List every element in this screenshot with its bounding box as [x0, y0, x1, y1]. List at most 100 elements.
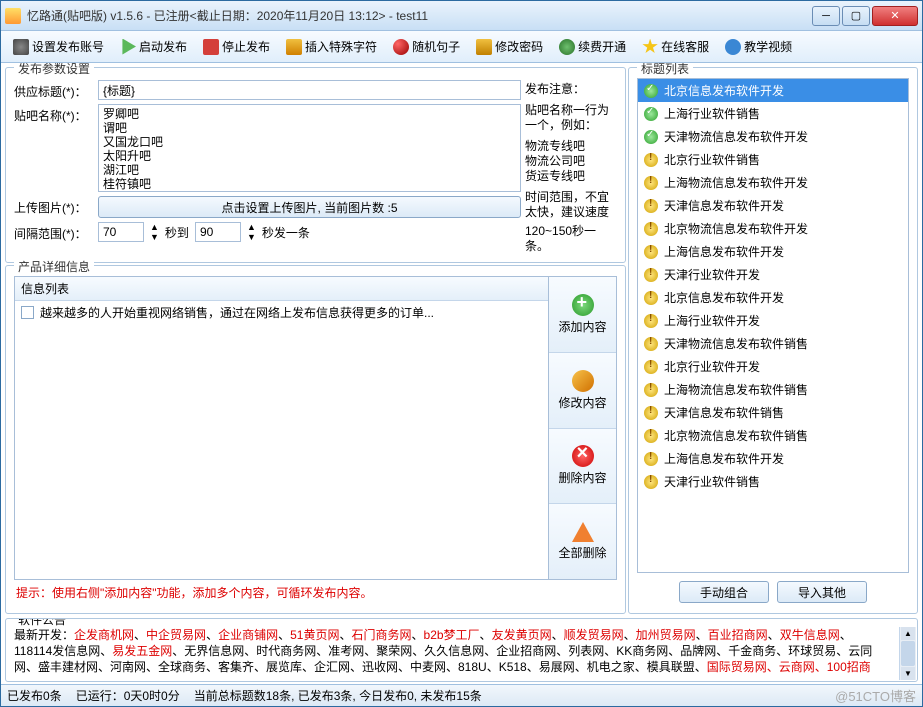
status-pending-icon	[644, 452, 658, 466]
tutorial-label: 教学视频	[744, 38, 792, 55]
product-detail-group: 产品详细信息 信息列表 越来越多的人开始重视网络销售，通过在网络上发布信息获得更…	[5, 265, 626, 614]
title-list[interactable]: 北京信息发布软件开发上海行业软件销售天津物流信息发布软件开发北京行业软件销售上海…	[637, 78, 909, 573]
scroll-thumb[interactable]	[901, 641, 915, 666]
title-text: 北京信息发布软件开发	[664, 82, 784, 99]
stop-label: 停止发布	[222, 38, 270, 55]
watermark: @51CTO博客	[835, 686, 916, 705]
info-icon	[725, 39, 741, 55]
random-label: 随机句子	[412, 38, 460, 55]
title-list-row[interactable]: 上海物流信息发布软件销售	[638, 378, 908, 401]
start-publish-button[interactable]: 启动发布	[114, 35, 193, 58]
announce-body: 最新开发：企发商机网、中企贸易网、企业商铺网、51黄页网、石门商务网、b2b梦工…	[14, 627, 909, 675]
info-list: 信息列表 越来越多的人开始重视网络销售，通过在网络上发布信息获得更多的订单...	[14, 276, 549, 580]
gear-icon	[13, 39, 29, 55]
note-3: 时间范围，不宜太快，建议速度	[525, 190, 617, 220]
title-list-row[interactable]: 天津行业软件销售	[638, 470, 908, 493]
title-text: 天津信息发布软件开发	[664, 197, 784, 214]
title-list-row[interactable]: 上海行业软件销售	[638, 102, 908, 125]
title-list-row[interactable]: 北京物流信息发布软件销售	[638, 424, 908, 447]
status-ok-icon	[644, 130, 658, 144]
title-text: 北京信息发布软件开发	[664, 289, 784, 306]
statusbar: 已发布0条 已运行：0天0时0分 当前总标题数18条, 已发布3条, 今日发布0…	[1, 684, 922, 706]
delete-all-button[interactable]: 全部删除	[549, 504, 616, 579]
service-label: 在线客服	[661, 38, 709, 55]
title-text: 天津物流信息发布软件开发	[664, 128, 808, 145]
title-list-row[interactable]: 天津行业软件开发	[638, 263, 908, 286]
globe-icon	[559, 39, 575, 55]
star-icon	[642, 39, 658, 55]
title-list-row[interactable]: 北京信息发布软件开发	[638, 286, 908, 309]
status-ok-icon	[644, 84, 658, 98]
interval-unit1: 秒到	[165, 224, 189, 241]
start-label: 启动发布	[139, 38, 187, 55]
import-other-button[interactable]: 导入其他	[777, 581, 867, 603]
tutorial-button[interactable]: 教学视频	[719, 35, 798, 58]
title-text: 天津物流信息发布软件销售	[664, 335, 808, 352]
tieba-names-textarea[interactable]: 罗卿吧 谓吧 又国龙口吧 太阳升吧 湖江吧 桂符镇吧 修水古市吧	[98, 104, 521, 192]
random-sentence-button[interactable]: 随机句子	[387, 35, 466, 58]
pencil-icon	[572, 370, 594, 392]
interval-unit2: 秒发一条	[262, 224, 310, 241]
status-runtime: 已运行：0天0时0分	[76, 687, 180, 704]
title-text: 上海信息发布软件开发	[664, 243, 784, 260]
add-label: 添加内容	[558, 318, 606, 335]
toolbar: 设置发布账号 启动发布 停止发布 插入特殊字符 随机句子 修改密码 续费开通 在…	[1, 31, 922, 63]
title-list-row[interactable]: 北京行业软件开发	[638, 355, 908, 378]
status-pending-icon	[644, 406, 658, 420]
interval-min-input[interactable]	[98, 222, 144, 242]
insert-label: 插入特殊字符	[305, 38, 377, 55]
delete-content-button[interactable]: 删除内容	[549, 429, 616, 505]
title-list-group: 标题列表 北京信息发布软件开发上海行业软件销售天津物流信息发布软件开发北京行业软…	[628, 67, 918, 614]
close-button[interactable]: ✕	[872, 6, 918, 26]
delete-icon	[572, 445, 594, 467]
title-list-title: 标题列表	[637, 63, 693, 77]
status-pending-icon	[644, 360, 658, 374]
manual-combo-button[interactable]: 手动组合	[679, 581, 769, 603]
title-list-row[interactable]: 上海信息发布软件开发	[638, 240, 908, 263]
renew-label: 续费开通	[578, 38, 626, 55]
announce-scrollbar[interactable]: ▲ ▼	[899, 627, 916, 680]
add-content-button[interactable]: 添加内容	[549, 277, 616, 353]
plus-icon	[572, 294, 594, 316]
scroll-up-icon[interactable]: ▲	[901, 627, 915, 640]
play-icon	[120, 39, 136, 55]
maximize-button[interactable]: ▢	[842, 6, 870, 26]
tieba-name-label: 贴吧名称(*)：	[14, 104, 92, 124]
spinner-arrows-2[interactable]: ▲▼	[247, 222, 256, 242]
online-service-button[interactable]: 在线客服	[636, 35, 715, 58]
title-list-row[interactable]: 天津物流信息发布软件销售	[638, 332, 908, 355]
title-list-row[interactable]: 北京物流信息发布软件开发	[638, 217, 908, 240]
minimize-button[interactable]: ─	[812, 6, 840, 26]
status-pending-icon	[644, 245, 658, 259]
status-pending-icon	[644, 314, 658, 328]
stop-publish-button[interactable]: 停止发布	[197, 35, 276, 58]
title-text: 上海信息发布软件开发	[664, 450, 784, 467]
title-list-row[interactable]: 上海物流信息发布软件开发	[638, 171, 908, 194]
title-list-row[interactable]: 天津信息发布软件销售	[638, 401, 908, 424]
upload-img-label: 上传图片(*)：	[14, 196, 92, 216]
title-list-row[interactable]: 上海行业软件开发	[638, 309, 908, 332]
edit-content-button[interactable]: 修改内容	[549, 353, 616, 429]
title-list-row[interactable]: 北京信息发布软件开发	[638, 79, 908, 102]
title-list-row[interactable]: 天津物流信息发布软件开发	[638, 125, 908, 148]
info-list-row[interactable]: 越来越多的人开始重视网络销售，通过在网络上发布信息获得更多的订单...	[15, 301, 548, 325]
titlebar: 忆路通(贴吧版) v1.5.6 - 已注册<截止日期：2020年11月20日 1…	[1, 1, 922, 31]
interval-max-input[interactable]	[195, 222, 241, 242]
title-text: 天津行业软件销售	[664, 473, 760, 490]
title-list-row[interactable]: 北京行业软件销售	[638, 148, 908, 171]
checkbox-icon[interactable]	[21, 306, 34, 319]
insert-char-button[interactable]: 插入特殊字符	[280, 35, 383, 58]
announce-title: 软件公告	[14, 618, 70, 628]
scroll-down-icon[interactable]: ▼	[901, 667, 915, 680]
info-list-body[interactable]: 越来越多的人开始重视网络销售，通过在网络上发布信息获得更多的订单...	[15, 301, 548, 579]
supply-title-input[interactable]	[98, 80, 521, 100]
set-account-button[interactable]: 设置发布账号	[7, 35, 110, 58]
upload-image-button[interactable]: 点击设置上传图片, 当前图片数 :5	[98, 196, 521, 218]
change-password-button[interactable]: 修改密码	[470, 35, 549, 58]
title-list-row[interactable]: 上海信息发布软件开发	[638, 447, 908, 470]
insert-icon	[286, 39, 302, 55]
spinner-arrows[interactable]: ▲▼	[150, 222, 159, 242]
title-text: 北京行业软件开发	[664, 358, 760, 375]
title-list-row[interactable]: 天津信息发布软件开发	[638, 194, 908, 217]
renew-button[interactable]: 续费开通	[553, 35, 632, 58]
